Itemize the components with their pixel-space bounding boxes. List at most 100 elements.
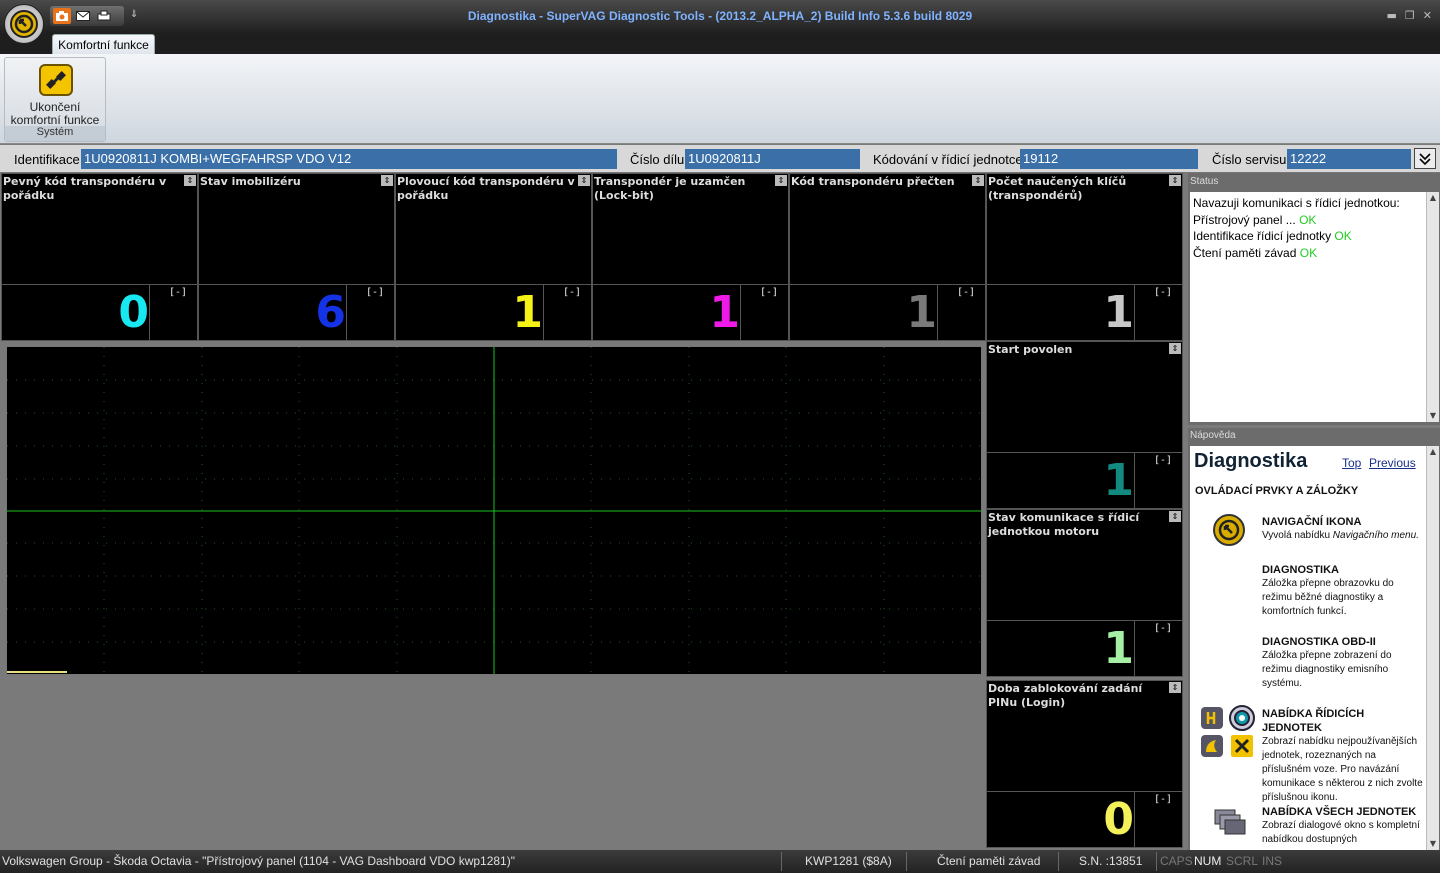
help-content: Diagnostika Top Previous OVLÁDACÍ PRVKY … [1190,446,1426,850]
status-bar: Volkswagen Group - Škoda Octavia - "Přís… [0,850,1440,873]
end-comfort-button[interactable]: Ukončení komfortní funkce [5,101,105,127]
gauge-title: Stav komunikace s řídicí jednotkou motor… [988,511,1140,538]
immobilizer-unit-icon [1230,734,1254,758]
window-title: Diagnostika - SuperVAG Diagnostic Tools … [467,9,973,23]
gauge-value: 1 [1103,623,1134,674]
gauge-value: 1 [512,287,543,338]
gauge-minmax-button[interactable]: [-] [563,287,581,298]
status-ok: OK [1299,212,1317,227]
gauge-title: Doba zablokování zadání PINu (Login) [988,682,1143,709]
gauge-value: 6 [315,287,346,338]
gauge-lock-bit: Transpondér je uzamčen (Lock-bit) ⇕ 1 [-… [592,173,789,341]
status-line: Přístrojový panel ... OK [1193,212,1317,227]
close-button[interactable]: ✕ [1423,9,1432,22]
gauge-minmax-button[interactable]: [-] [169,287,187,298]
gauge-value: 1 [906,287,937,338]
help-link-top[interactable]: Top [1342,456,1361,470]
help-subheading: OVLÁDACÍ PRVKY A ZÁLOŽKY [1195,485,1359,497]
ident-label: Identifikace [14,152,80,167]
serial-number: S.N. :13851 [1079,854,1143,868]
gauge-minmax-button[interactable]: [-] [1154,623,1172,634]
panel-toggle-icon[interactable]: ⇕ [775,175,787,186]
ident-value: 1U0920811J KOMBI+WEGFAHRSP VDO V12 [81,149,617,169]
gauge-minmax-button[interactable]: [-] [957,287,975,298]
gauge-value: 0 [1103,794,1134,845]
restore-button[interactable]: ❐ [1405,9,1415,22]
panel-toggle-icon[interactable]: ⇕ [1169,682,1181,693]
gauge-minmax-button[interactable]: [-] [1154,794,1172,805]
gauge-minmax-button[interactable]: [-] [1154,287,1172,298]
ribbon-group-label: Systém [5,126,105,141]
gauge-title: Počet naučených klíčů (transpondérů) [988,175,1127,202]
gauge-title: Kód transpondéru přečten [791,175,955,188]
gauge-stav-imobilizeru: Stav imobilizéru ⇕ 6 [-] [198,173,395,341]
part-number-value: 1U0920811J [685,149,860,169]
graph-background [0,676,985,848]
status-panel: Status Navazuji komunikaci s řídicí jedn… [1188,173,1440,425]
scrl-indicator: SCRL [1226,854,1259,868]
tab-komfortni-funkce[interactable]: Komfortní funkce [52,34,155,55]
help-panel-label: Nápověda [1190,430,1236,441]
gauge-minmax-button[interactable]: [-] [760,287,778,298]
panel-toggle-icon[interactable]: ⇕ [1169,511,1181,522]
navigation-orb-icon[interactable] [4,4,44,44]
help-panel: Nápověda Diagnostika Top Previous OVLÁDA… [1188,428,1440,850]
gauge-kod-precten: Kód transpondéru přečten ⇕ 1 [-] [789,173,986,341]
current-operation: Čtení paměti závad [937,854,1041,868]
navigation-orb-icon [1212,513,1246,547]
gauge-title: Pevný kód transpondéru v pořádku [3,175,167,202]
help-section-obd: DIAGNOSTIKA OBD-II Záložka přepne zobraze… [1262,636,1392,689]
status-ok: OK [1334,229,1352,243]
help-section-control-units: NABÍDKA ŘÍDICÍCH JEDNOTEK Zobrazí nabídku… [1262,708,1423,803]
title-bar: ⇓ Diagnostika - SuperVAG Diagnostic Tool… [0,0,1440,34]
status-ok: OK [1299,245,1318,260]
status-scrollbar[interactable]: ▲ ▼ [1426,192,1439,422]
status-line: Čtení paměti závad OK [1193,245,1318,260]
part-number-label: Číslo dílu [630,152,685,167]
abs-unit-icon [1228,704,1256,732]
scroll-up-icon[interactable]: ▲ [1427,446,1439,458]
gauge-value: 1 [1103,287,1134,338]
gauge-title: Stav imobilizéru [200,175,301,188]
minimize-button[interactable]: ▬ [1387,9,1397,22]
engine-unit-icon [1200,706,1224,730]
gauge-minmax-button[interactable]: [-] [1154,455,1172,466]
gauge-pocet-klicu: Počet naučených klíčů (transpondérů) ⇕ 1… [986,173,1183,341]
dropdown-arrow-icon[interactable] [1414,148,1436,169]
panel-toggle-icon[interactable]: ⇕ [1169,175,1181,186]
gauge-plovouci-kod: Plovoucí kód transpondéru v pořádku ⇕ 1 … [395,173,592,341]
help-section-all-units: NABÍDKA VŠECH JEDNOTEK Zobrazí dialogové … [1262,806,1420,845]
help-heading: Diagnostika [1194,450,1308,472]
help-link-previous[interactable]: Previous [1369,456,1416,470]
service-number-value: 12222 [1287,149,1411,169]
gauge-value: 1 [709,287,740,338]
protocol-info: KWP1281 ($8A) [805,854,892,868]
gauge-pevny-kod: Pevný kód transpondéru v pořádku ⇕ 0 [-] [1,173,198,341]
gauge-start-povolen: Start povolen ⇕ 1 [-] [986,341,1183,509]
service-number-label: Číslo servisu [1212,152,1287,167]
panel-toggle-icon[interactable]: ⇕ [1169,343,1181,354]
scroll-up-icon[interactable]: ▲ [1427,192,1439,204]
gauge-title: Start povolen [988,343,1073,356]
gauge-title: Transpondér je uzamčen (Lock-bit) [594,175,746,202]
status-log[interactable]: Navazuji komunikaci s řídicí jednotkou: … [1190,192,1426,422]
plug-exit-icon[interactable] [39,64,73,96]
airbag-unit-icon [1200,734,1224,758]
panel-toggle-icon[interactable]: ⇕ [381,175,393,186]
gauge-minmax-button[interactable]: [-] [366,287,384,298]
signal-graph[interactable] [6,346,982,675]
gauge-value: 1 [1103,455,1134,506]
panel-toggle-icon[interactable]: ⇕ [578,175,590,186]
scroll-down-icon[interactable]: ▼ [1427,838,1439,850]
ribbon-tab-strip [0,34,1440,54]
status-panel-label: Status [1190,176,1219,187]
info-bar: Identifikace 1U0920811J KOMBI+WEGFAHRSP … [0,145,1440,173]
panel-toggle-icon[interactable]: ⇕ [184,175,196,186]
panel-toggle-icon[interactable]: ⇕ [972,175,984,186]
help-scrollbar[interactable]: ▲ ▼ [1426,446,1439,850]
help-section-navigation: NAVIGAČNÍ IKONA Vyvolá nabídku Navigačníh… [1262,516,1419,541]
caps-indicator: CAPS [1160,854,1193,868]
scroll-down-icon[interactable]: ▼ [1427,410,1439,422]
all-units-icon [1214,808,1248,838]
coding-label: Kódování v řídicí jednotce [873,152,1023,167]
